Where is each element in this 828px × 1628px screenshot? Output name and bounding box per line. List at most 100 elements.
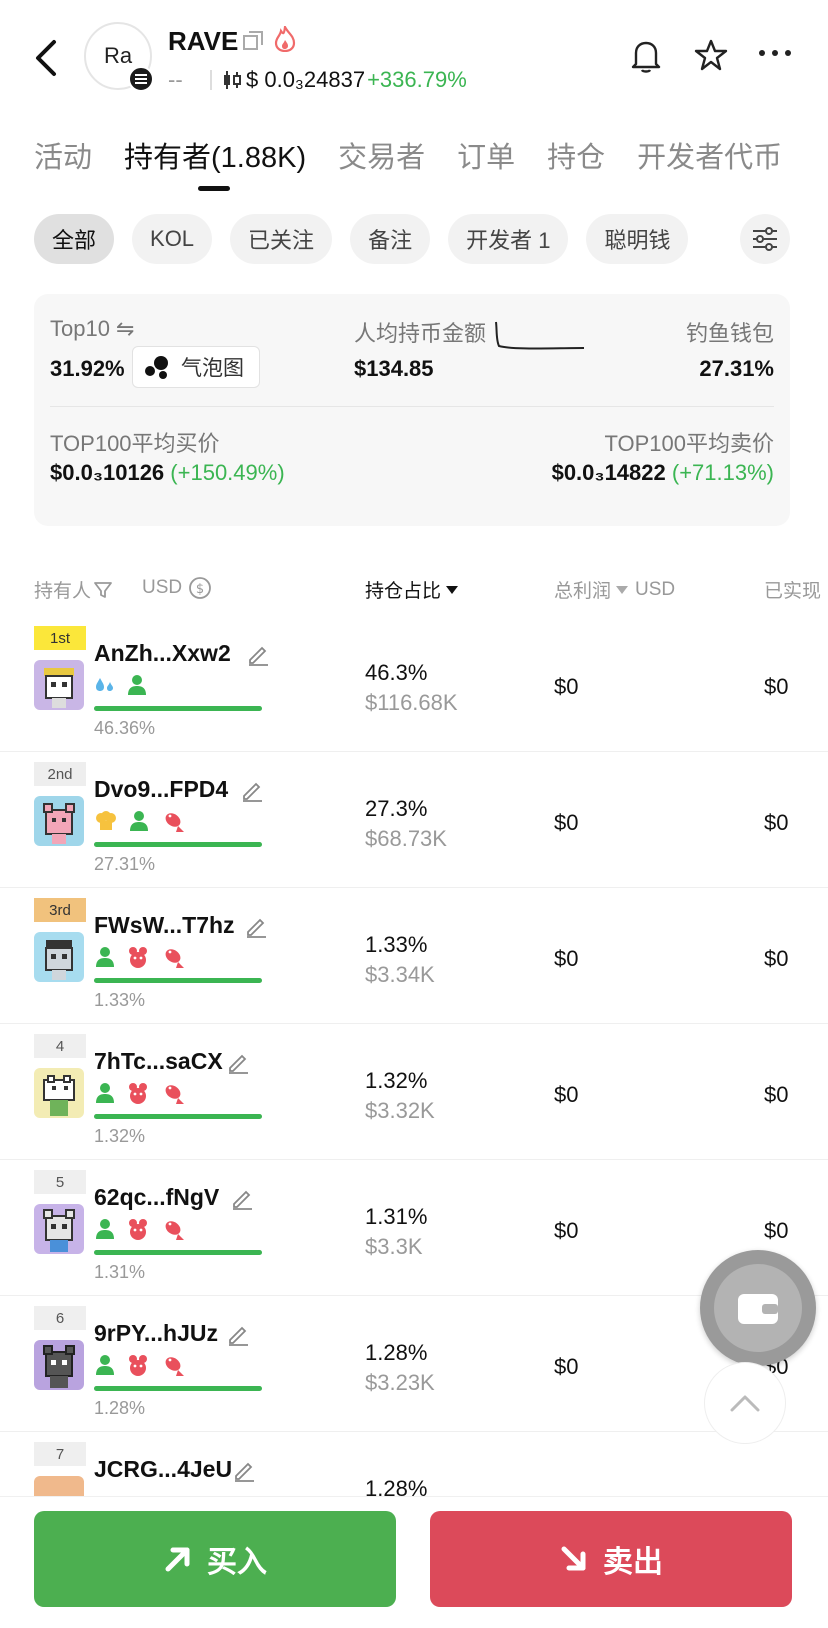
fish-icon (160, 810, 186, 834)
table-row[interactable]: 3rd FWsW...T7hz 1.33% 1.33% $3.34K $0 $0 (0, 888, 828, 1024)
chip-notes[interactable]: 备注 (350, 214, 431, 264)
edit-icon[interactable] (226, 1050, 250, 1074)
rat-icon (126, 946, 150, 970)
tab-activity[interactable]: 活动 (34, 134, 92, 194)
edit-icon[interactable] (230, 1186, 254, 1210)
edit-icon[interactable] (244, 914, 268, 938)
fish-icon (160, 1082, 186, 1106)
edit-icon[interactable] (226, 1322, 250, 1346)
top100-avg-sell-change: (+71.13%) (671, 460, 774, 485)
realized-profit: $0 (764, 674, 789, 699)
rat-icon (126, 1354, 150, 1378)
tab-positions[interactable]: 持仓 (547, 134, 605, 194)
wallet-address[interactable]: AnZh...Xxw2 (94, 640, 231, 667)
rat-icon (126, 1218, 150, 1242)
top100-avg-buy-change: (+150.49%) (170, 460, 285, 485)
chip-smart-money[interactable]: 聪明钱 (586, 214, 689, 264)
edit-icon[interactable] (246, 642, 270, 666)
top100-avg-sell: $0.0₃14822 (+71.13%) (552, 460, 774, 486)
buy-button[interactable]: 买入 (34, 1511, 396, 1607)
wallet-address[interactable]: 9rPY...hJUz (94, 1320, 218, 1347)
realized-column-header[interactable]: 已实现 (764, 576, 821, 603)
wallet-icon (738, 1294, 778, 1324)
holding-progress-bar (94, 1114, 262, 1119)
bubble-map-button[interactable]: 气泡图 (132, 346, 260, 388)
fire-icon (274, 26, 296, 52)
top100-avg-buy: $0.0₃10126 (+150.49%) (50, 460, 285, 486)
wallet-address[interactable]: 7hTc...saCX (94, 1048, 223, 1075)
top100-avg-buy-label: TOP100平均买价 (50, 431, 220, 456)
back-arrow-icon[interactable] (30, 36, 66, 80)
table-row[interactable]: 1st AnZh...Xxw2 46.36% 46.3% $116.68K $0… (0, 616, 828, 752)
holding-share-small: 1.28% (94, 1398, 146, 1418)
active-tab-indicator (198, 186, 230, 191)
holding-share: 1.32% (365, 1068, 428, 1093)
avatar (34, 1068, 84, 1118)
share-column-header[interactable]: 持仓占比 (365, 576, 459, 603)
holding-share: 27.3% (365, 796, 428, 821)
table-row[interactable]: 7 JCRG...4JeU 1.28% (0, 1432, 828, 1496)
chip-followed[interactable]: 已关注 (230, 214, 333, 264)
arrow-down-right-icon (561, 1546, 586, 1571)
price-change: +336.79% (367, 67, 467, 92)
tab-orders[interactable]: 订单 (457, 134, 515, 194)
sell-label: 卖出 (603, 1546, 663, 1579)
bell-icon[interactable] (630, 38, 662, 74)
edit-icon[interactable] (240, 778, 264, 802)
top100-avg-buy-value: $0.0₃10126 (50, 460, 165, 485)
wallet-button-inner (714, 1264, 802, 1352)
wallet-floating-button[interactable] (700, 1250, 816, 1366)
holder-column-header[interactable]: 持有人 (34, 576, 113, 603)
holding-usd: $3.3K (365, 1234, 423, 1259)
top100-avg-sell-label: TOP100平均卖价 (604, 431, 774, 456)
fish-icon (160, 1218, 186, 1242)
realized-profit: $0 (764, 1218, 789, 1243)
holding-progress-fill (94, 706, 262, 711)
holding-progress-bar (94, 978, 262, 983)
wallet-address[interactable]: Dvo9...FPD4 (94, 776, 228, 803)
table-row[interactable]: 4 7hTc...saCX 1.32% 1.32% $3.32K $0 $0 (0, 1024, 828, 1160)
chip-kol[interactable]: KOL (132, 214, 213, 264)
wallet-address[interactable]: FWsW...T7hz (94, 912, 235, 939)
tab-dev-tokens[interactable]: 开发者代币 (637, 134, 782, 194)
sliders-icon (753, 227, 777, 251)
total-profit: $0 (554, 946, 579, 971)
table-row[interactable]: 2nd Dvo9...FPD4 27.31% 27.3% $68.73K $0 … (0, 752, 828, 888)
wallet-address[interactable]: 62qc...fNgV (94, 1184, 219, 1211)
edit-icon[interactable] (232, 1458, 256, 1482)
scroll-to-top-button[interactable] (704, 1362, 786, 1444)
usd-toggle[interactable]: USD $ (142, 576, 212, 600)
sell-button[interactable]: 卖出 (430, 1511, 792, 1607)
tab-holders[interactable]: 持有者(1.88K) (124, 134, 306, 194)
tab-traders[interactable]: 交易者 (338, 134, 425, 194)
filter-chips: 全部 KOL 已关注 备注 开发者 1 聪明钱 (34, 214, 714, 264)
holders-list: 1st AnZh...Xxw2 46.36% 46.3% $116.68K $0… (0, 616, 828, 1496)
star-icon[interactable] (694, 38, 728, 72)
share-header-label: 持仓占比 (365, 581, 442, 602)
chip-developer[interactable]: 开发者 1 (448, 214, 569, 264)
realized-profit: $0 (764, 810, 789, 835)
avatar (34, 660, 84, 710)
filter-funnel-icon[interactable] (93, 580, 113, 600)
holder-person-icon (128, 810, 150, 834)
rank-badge: 1st (34, 626, 86, 650)
holding-share: 1.28% (365, 1340, 428, 1365)
total-profit: $0 (554, 810, 579, 835)
table-row[interactable]: 5 62qc...fNgV 1.31% 1.31% $3.3K $0 $0 (0, 1160, 828, 1296)
holding-progress-bar (94, 1386, 262, 1391)
rank-badge: 6 (34, 1306, 86, 1330)
divider (210, 70, 212, 90)
top10-label[interactable]: Top10 ⇋ (50, 316, 135, 342)
holder-person-icon (126, 674, 148, 696)
wallet-address[interactable]: JCRG...4JeU (94, 1456, 232, 1483)
total-profit: $0 (554, 1082, 579, 1107)
droplets-icon (94, 674, 116, 696)
more-icon[interactable] (758, 48, 792, 58)
filter-settings-button[interactable] (740, 214, 790, 264)
total-profit: $0 (554, 674, 579, 699)
total-profit: $0 (554, 1354, 579, 1379)
copy-icon[interactable] (242, 30, 264, 52)
holding-usd: $68.73K (365, 826, 447, 851)
chip-all[interactable]: 全部 (34, 214, 115, 264)
profit-column-header[interactable]: 总利润 USD (554, 576, 675, 603)
